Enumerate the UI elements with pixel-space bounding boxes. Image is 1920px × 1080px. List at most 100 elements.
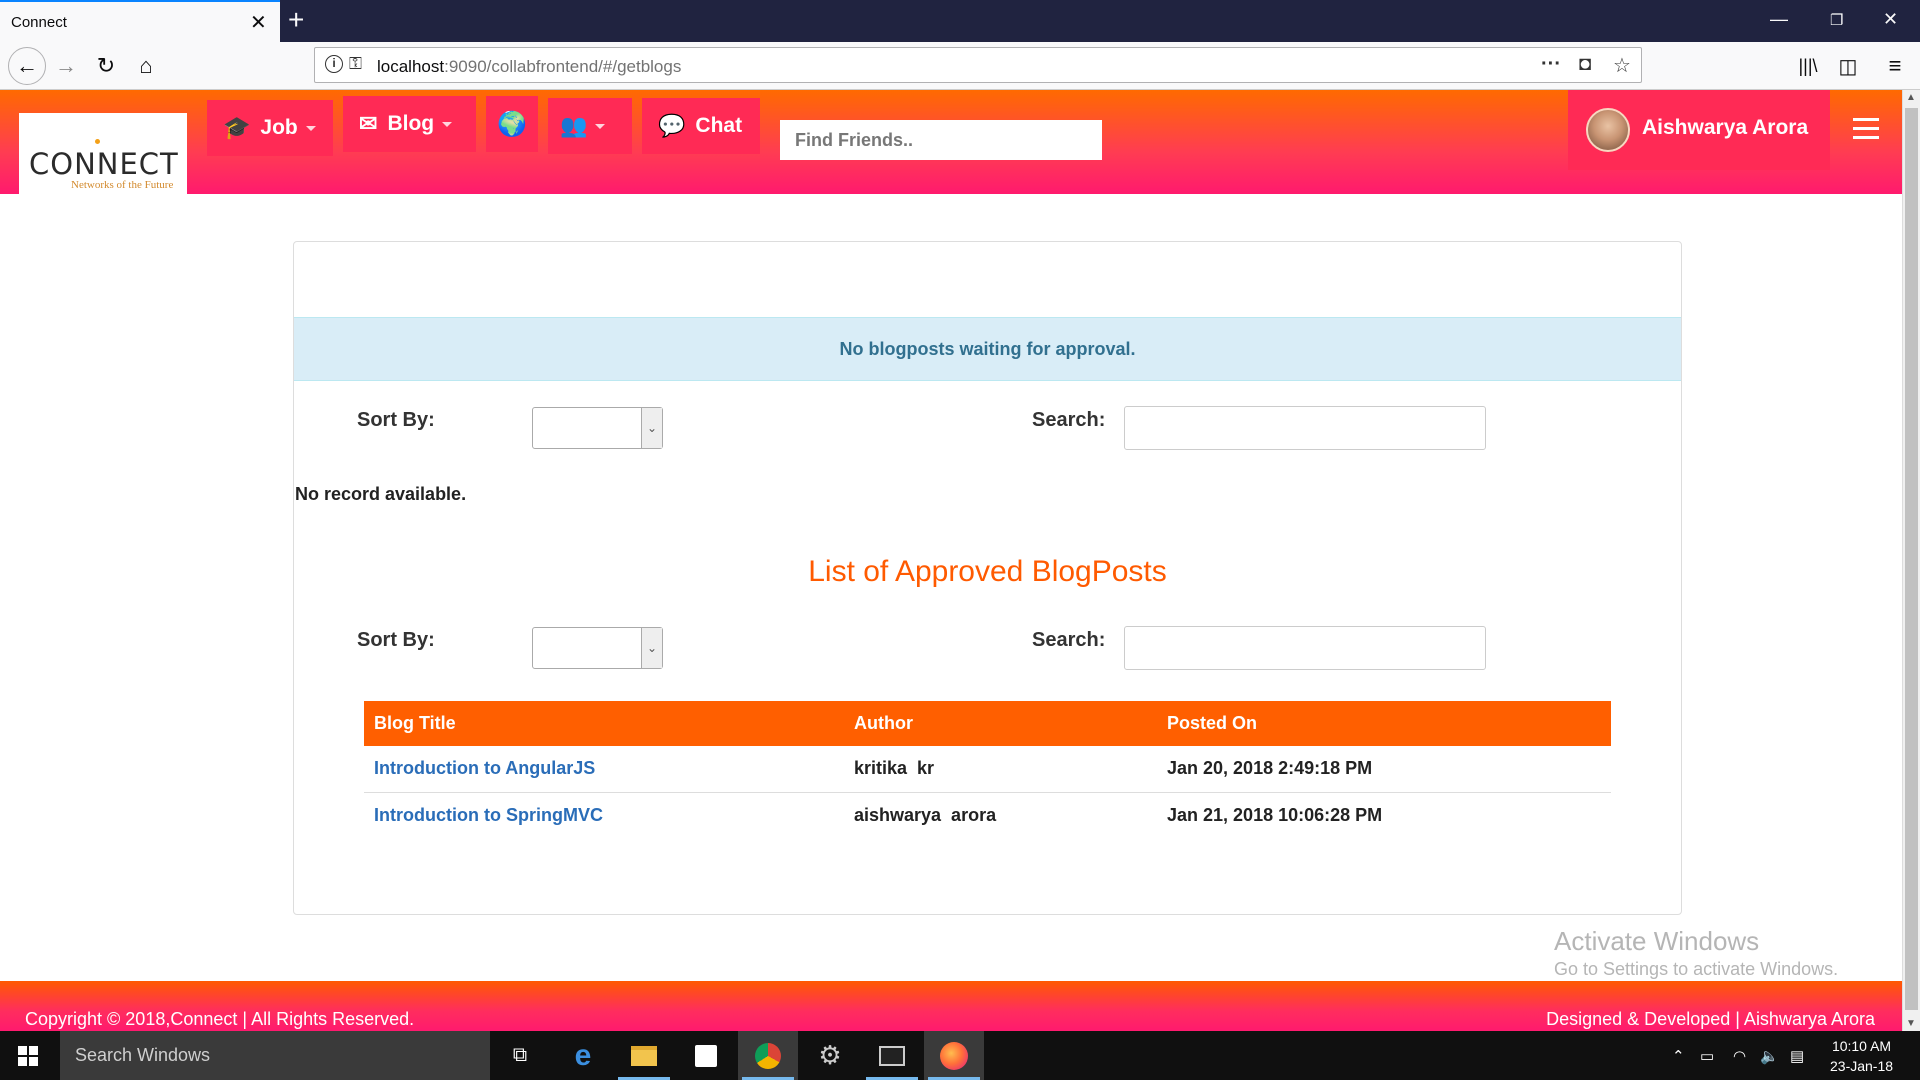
windows-taskbar: Search Windows ⧉ e ⚙ ⌃ ▭ ◠ 🔈 ▤ 10:10 AM … (0, 1031, 1920, 1080)
graduation-cap-icon: 🎓 (223, 115, 251, 140)
logo-dot (95, 139, 100, 144)
approved-title: List of Approved BlogPosts (808, 555, 1167, 588)
nav-chat[interactable]: 💬 Chat (642, 98, 760, 154)
home-icon[interactable]: ⌂ (131, 51, 161, 81)
nav-blog-label: Blog (387, 112, 435, 135)
key-icon[interactable]: ⚿ (349, 54, 362, 74)
chevron-down-icon (305, 125, 316, 131)
nav-globe[interactable]: 🌍 (486, 96, 538, 152)
col-posted-on[interactable]: Posted On (1157, 701, 1611, 746)
url-text: localhost:9090/collabfrontend/#/getblogs (377, 57, 682, 76)
edge-browser-icon[interactable]: e (553, 1031, 613, 1080)
pending-search-input[interactable] (1124, 406, 1486, 450)
tab-title: Connect (11, 14, 67, 31)
footer-credits: Designed & Developed | Aishwarya Arora (1546, 1009, 1875, 1029)
scroll-down-icon[interactable]: ▼ (1906, 1018, 1916, 1029)
approved-search-input[interactable] (1124, 626, 1486, 670)
sidebar-icon[interactable]: ◫ (1833, 51, 1863, 81)
blog-title-link[interactable]: Introduction to SpringMVC (364, 792, 844, 838)
logo[interactable]: CONNECT Networks of the Future (19, 113, 187, 195)
browser-navbar: ← → ↻ ⌂ i ⚿ localhost:9090/collabfronten… (0, 42, 1920, 90)
pending-alert: No blogposts waiting for approval. (294, 317, 1681, 381)
pending-search-label: Search: (1032, 409, 1106, 431)
app-header: CONNECT Networks of the Future 🎓 Job ✉ B… (0, 90, 1902, 195)
envelope-icon: ✉ (359, 111, 378, 136)
find-friends-input[interactable] (780, 120, 1102, 160)
scroll-up-icon[interactable]: ▲ (1906, 92, 1916, 103)
settings-gear-icon[interactable]: ⚙ (800, 1031, 860, 1080)
chat-bubble-icon: 💬 (658, 113, 686, 138)
info-icon[interactable]: i (325, 55, 343, 73)
back-arrow-icon[interactable]: ← (8, 47, 46, 85)
wifi-icon[interactable]: ◠ (1733, 1047, 1746, 1065)
pending-sort-select[interactable]: ⌄ (532, 407, 663, 449)
hamburger-menu-icon[interactable] (1853, 118, 1879, 145)
tray-chevron-up-icon[interactable]: ⌃ (1672, 1047, 1685, 1065)
volume-icon[interactable]: 🔈 (1760, 1047, 1779, 1065)
tab-close-icon[interactable]: ✕ (250, 10, 267, 35)
menu-icon[interactable]: ≡ (1880, 51, 1910, 81)
nav-blog[interactable]: ✉ Blog (343, 96, 476, 152)
activation-watermark-text: Go to Settings to activate Windows. (1554, 959, 1839, 979)
pending-sort-label: Sort By: (357, 409, 435, 431)
battery-icon[interactable]: ▭ (1700, 1047, 1714, 1065)
users-icon: 👥 (560, 113, 588, 138)
chevron-down-icon (595, 123, 606, 129)
table-row: Introduction to AngularJS kritika kr Jan… (364, 746, 1611, 793)
blog-panel: No blogposts waiting for approval. Sort … (293, 241, 1682, 915)
col-blog-title[interactable]: Blog Title (364, 701, 844, 746)
chevron-down-icon: ⌄ (641, 628, 662, 668)
scrollbar-thumb[interactable] (1905, 108, 1918, 1010)
page-actions-icon[interactable]: ··· (1541, 53, 1561, 76)
approved-sort-select[interactable]: ⌄ (532, 627, 663, 669)
nav-job-label: Job (260, 116, 298, 139)
empty-message: No record available. (295, 484, 467, 504)
approved-search-label: Search: (1032, 629, 1106, 651)
taskbar-search[interactable]: Search Windows (60, 1031, 490, 1080)
table-header-row: Blog Title Author Posted On (364, 701, 1611, 746)
approved-blogs-table: Blog Title Author Posted On Introduction… (364, 701, 1611, 838)
bookmark-star-icon[interactable]: ☆ (1613, 53, 1631, 78)
page-footer: Copyright © 2018,Connect | All Rights Re… (0, 981, 1902, 1031)
footer-copyright: Copyright © 2018,Connect | All Rights Re… (25, 1009, 415, 1029)
logo-tagline: Networks of the Future (71, 179, 174, 191)
blog-author: aishwarya arora (854, 804, 997, 825)
terminal-icon[interactable] (862, 1031, 922, 1080)
table-row: Introduction to SpringMVC aishwarya aror… (364, 792, 1611, 838)
clock-time: 10:10 AM (1831, 1038, 1892, 1054)
avatar (1586, 108, 1630, 152)
approved-sort-label: Sort By: (357, 629, 435, 651)
blog-title-link[interactable]: Introduction to AngularJS (364, 746, 844, 793)
nav-chat-label: Chat (695, 114, 743, 137)
user-name: Aishwarya Arora (1642, 116, 1809, 139)
user-profile[interactable]: Aishwarya Arora (1568, 90, 1830, 170)
new-tab-icon[interactable]: + (288, 4, 304, 36)
blog-posted-on: Jan 21, 2018 10:06:28 PM (1167, 804, 1383, 825)
windows-start-icon[interactable] (18, 1046, 38, 1066)
forward-arrow-icon[interactable]: → (51, 51, 81, 81)
globe-icon: 🌍 (497, 110, 527, 138)
address-bar[interactable]: i ⚿ localhost:9090/collabfrontend/#/getb… (314, 47, 1642, 83)
blog-posted-on: Jan 20, 2018 2:49:18 PM (1157, 746, 1611, 793)
chevron-down-icon (442, 121, 453, 127)
minimize-icon[interactable]: — (1770, 9, 1788, 30)
nav-friends[interactable]: 👥 (548, 98, 632, 154)
blog-author: kritika kr (844, 746, 1157, 793)
reload-icon[interactable]: ↻ (91, 51, 121, 81)
library-icon[interactable]: |||\ (1793, 51, 1823, 81)
pocket-icon[interactable]: ◘ (1579, 53, 1591, 76)
restore-icon[interactable]: ❐ (1830, 11, 1843, 29)
window-close-icon[interactable]: ✕ (1883, 9, 1898, 30)
notifications-icon[interactable]: ▤ (1790, 1047, 1804, 1065)
chrome-icon[interactable] (738, 1031, 798, 1080)
store-icon[interactable] (676, 1031, 736, 1080)
col-author[interactable]: Author (844, 701, 1157, 746)
nav-job[interactable]: 🎓 Job (207, 100, 333, 156)
logo-text: CONNECT (29, 147, 179, 181)
file-explorer-icon[interactable] (614, 1031, 674, 1080)
page-scrollbar[interactable]: ▲ ▼ (1902, 90, 1920, 1031)
taskbar-clock[interactable]: 10:10 AM 23-Jan-18 (1830, 1036, 1893, 1076)
browser-tab[interactable]: Connect ✕ (0, 0, 280, 42)
task-view-icon[interactable]: ⧉ (490, 1031, 550, 1080)
firefox-icon[interactable] (924, 1031, 984, 1080)
